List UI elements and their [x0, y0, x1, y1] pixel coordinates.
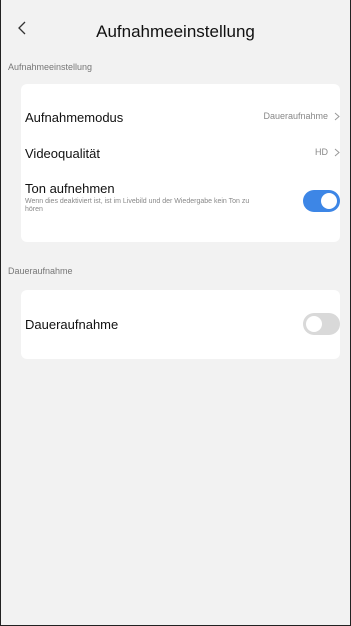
row-continuous-recording: Daueraufnahme [25, 313, 340, 335]
row-label-continuous-recording: Daueraufnahme [25, 317, 119, 332]
row-description-record-audio: Wenn dies deaktiviert ist, ist im Livebi… [25, 198, 250, 213]
row-video-quality[interactable]: Videoqualität HD [25, 146, 340, 161]
video-quality-value: HD [315, 147, 328, 157]
recording-settings-screen: Aufnahmeeinstellung Aufnahmeeinstellung … [0, 0, 351, 626]
header: Aufnahmeeinstellung [1, 0, 350, 48]
section-label-recording-settings: Aufnahmeeinstellung [8, 62, 93, 72]
chevron-right-icon [334, 112, 340, 120]
chevron-right-icon [334, 148, 340, 156]
row-label-record-audio: Ton aufnehmen [25, 181, 115, 196]
page-title: Aufnahmeeinstellung [96, 22, 255, 41]
section-label-continuous-recording: Daueraufnahme [8, 266, 73, 276]
toggle-knob [321, 193, 337, 209]
continuous-recording-toggle[interactable] [303, 313, 340, 335]
record-audio-toggle[interactable] [303, 190, 340, 212]
recording-mode-value: Daueraufnahme [263, 111, 328, 121]
row-value-recording-mode: Daueraufnahme [263, 111, 340, 121]
row-recording-mode[interactable]: Aufnahmemodus Daueraufnahme [25, 110, 340, 125]
row-record-audio: Ton aufnehmen Wenn dies deaktiviert ist,… [25, 181, 340, 214]
row-value-video-quality: HD [315, 147, 340, 157]
row-label-video-quality: Videoqualität [25, 146, 100, 161]
settings-card-recording [21, 84, 340, 242]
toggle-knob [306, 316, 322, 332]
